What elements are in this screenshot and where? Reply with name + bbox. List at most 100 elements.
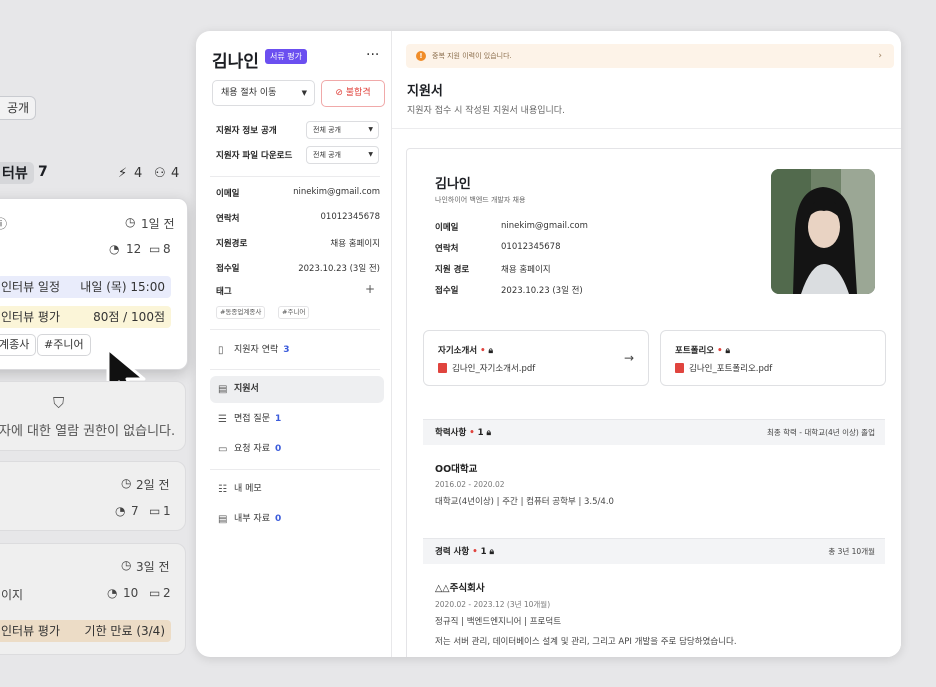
lock-icon: 🔒︎ bbox=[486, 428, 492, 438]
bolt-icon: ⚡ bbox=[118, 166, 128, 181]
applicant-name: 김나인 bbox=[435, 177, 471, 192]
tags-label: 태그 bbox=[216, 287, 232, 297]
school-detail: 대학교(4년이상) | 주간 | 컴퓨터 공학부 | 3.5/4.0 bbox=[435, 497, 614, 507]
company-period: 2020.02 - 2023.12 (3년 10개월) bbox=[435, 600, 551, 609]
locked-message: 자에 대한 열람 권한이 없습니다. bbox=[0, 424, 176, 439]
nav-contact[interactable]: ▯ 지원자 연락 3 bbox=[210, 337, 384, 364]
nav-my-memo[interactable]: ☷ 내 메모 bbox=[210, 476, 384, 503]
column-stat-a: 4 bbox=[134, 166, 143, 181]
visibility-chip[interactable]: 공개 bbox=[0, 96, 37, 120]
company-detail: 정규직 | 백엔드엔지니어 | 프로덕트 bbox=[435, 617, 562, 627]
application-document: 김나인 나인하이어 백엔드 개발자 채용 이메일 ninekim@gmail.co… bbox=[406, 148, 901, 657]
pdf-icon bbox=[438, 363, 447, 373]
comment-count: 7 bbox=[131, 504, 139, 518]
company-name: △△주식회사 bbox=[435, 583, 485, 594]
stage-badge: 서류 평가 bbox=[265, 49, 307, 64]
applied-date-field: 접수일 2023.10.23 (3일 전) bbox=[216, 264, 380, 274]
alert-circle-icon: ⓘ bbox=[0, 217, 8, 231]
chevron-right-icon: › bbox=[878, 51, 882, 61]
tag-chip[interactable]: 계종사 bbox=[0, 334, 37, 356]
nav-application[interactable]: ▤ 지원서 bbox=[210, 376, 384, 403]
tag-chip[interactable]: #동종업계종사 bbox=[216, 306, 266, 319]
comment-icon: ◔ bbox=[115, 504, 126, 518]
file-count: 2 bbox=[163, 586, 171, 600]
comment-icon: ◔ bbox=[107, 586, 118, 600]
file-download-select[interactable]: 전체 공개 ▼ bbox=[306, 146, 379, 164]
divider bbox=[392, 128, 901, 129]
duplicate-alert-banner[interactable]: ! 중복 지원 이력이 있습니다. › bbox=[406, 44, 894, 68]
tag-chip[interactable]: #주니어 bbox=[37, 334, 91, 356]
school-name: OO대학교 bbox=[435, 464, 478, 475]
file-download-label: 지원자 파일 다운로드 bbox=[216, 151, 293, 161]
info-visibility-select[interactable]: 전체 공개 ▼ bbox=[306, 121, 379, 139]
lock-icon: 🔒︎ bbox=[489, 547, 495, 557]
applicant-panel: 김나인 서류 평가 ··· 채용 절차 이동 ▼ ⊘ 불합격 지원자 정보 공개 … bbox=[196, 31, 901, 657]
clock-icon: ◷ bbox=[125, 215, 136, 229]
memo-icon: ☷ bbox=[218, 484, 227, 495]
stage-move-select[interactable]: 채용 절차 이동 ▼ bbox=[212, 80, 315, 106]
chevron-down-icon: ▼ bbox=[368, 126, 373, 133]
applicant-name: 김나인 bbox=[212, 52, 259, 72]
portfolio-file-card[interactable]: 포트폴리오 • 🔒︎ 김나인_포트폴리오.pdf bbox=[660, 330, 886, 386]
shield-icon: ⛉ bbox=[53, 394, 65, 412]
pdf-icon bbox=[675, 363, 684, 373]
reject-button[interactable]: ⊘ 불합격 bbox=[321, 80, 385, 107]
candidate-card[interactable]: ◷ 3일 전 이지 ◔ 10 ▭ 2 인터뷰 평가 기한 만료 (3/4) bbox=[0, 543, 186, 655]
warning-icon: ! bbox=[416, 51, 426, 61]
divider bbox=[210, 176, 380, 177]
clock-icon: ◷ bbox=[121, 476, 132, 490]
file-icon: ▭ bbox=[149, 504, 161, 518]
interview-schedule-row: 인터뷰 일정 내일 (목) 15:00 bbox=[0, 276, 171, 298]
column-title: 터뷰 bbox=[0, 162, 34, 184]
comment-icon: ◔ bbox=[109, 242, 120, 256]
lock-icon: 🔒︎ bbox=[725, 346, 731, 356]
section-subtitle: 지원자 접수 시 작성된 지원서 내용입니다. bbox=[407, 106, 565, 116]
applicant-sidebar: 김나인 서류 평가 ··· 채용 절차 이동 ▼ ⊘ 불합격 지원자 정보 공개 … bbox=[196, 31, 392, 657]
add-tag-button[interactable]: + bbox=[365, 282, 375, 296]
job-posting: 나인하이어 백엔드 개발자 채용 bbox=[435, 196, 526, 204]
ban-icon: ⊘ bbox=[335, 88, 343, 98]
file-count: 8 bbox=[163, 242, 171, 256]
education-header: 학력사항 • 1 🔒︎ 최종 학력 - 대학교(4년 이상) 졸업 bbox=[423, 419, 885, 445]
portrait-image bbox=[771, 169, 875, 294]
career-header: 경력 사항 • 1 🔒︎ 총 3년 10개월 bbox=[423, 538, 885, 564]
comment-count: 12 bbox=[126, 242, 142, 256]
nav-interview-questions[interactable]: ☰ 면접 질문 1 bbox=[210, 406, 384, 433]
clipboard-icon: ▤ bbox=[218, 384, 228, 395]
chevron-down-icon: ▼ bbox=[301, 89, 307, 97]
card-source: 이지 bbox=[1, 588, 24, 602]
card-time: 2일 전 bbox=[136, 478, 170, 492]
person-icon: ⚇ bbox=[154, 166, 166, 181]
locked-card: ⛉ 자에 대한 열람 권한이 없습니다. bbox=[0, 381, 186, 451]
nav-requested-materials[interactable]: ▭ 요청 자료 0 bbox=[210, 436, 384, 463]
card-time: 1일 전 bbox=[141, 217, 175, 231]
clock-icon: ◷ bbox=[121, 558, 132, 572]
info-visibility-label: 지원자 정보 공개 bbox=[216, 126, 277, 136]
chevron-down-icon: ▼ bbox=[368, 151, 373, 158]
column-stat-b: 4 bbox=[171, 166, 180, 181]
tag-chip[interactable]: #주니어 bbox=[278, 306, 310, 319]
column-count: 7 bbox=[38, 164, 48, 180]
divider bbox=[210, 369, 380, 370]
file-count: 1 bbox=[163, 504, 171, 518]
section-title: 지원서 bbox=[407, 84, 443, 99]
nav-internal-materials[interactable]: ▤ 내부 자료 0 bbox=[210, 506, 384, 533]
lock-icon: 🔒︎ bbox=[488, 346, 494, 356]
divider bbox=[210, 329, 380, 330]
phone-icon: ▯ bbox=[218, 345, 224, 356]
email-field: 이메일 ninekim@gmail.com bbox=[216, 187, 380, 199]
candidate-card[interactable]: ◷ 2일 전 ◔ 7 ▭ 1 bbox=[0, 461, 186, 531]
arrow-right-icon[interactable]: → bbox=[624, 351, 634, 365]
candidate-card[interactable]: ⓘ ◷ 1일 전 ◔ 12 ▭ 8 인터뷰 일정 내일 (목) 15:00 인터뷰… bbox=[0, 198, 188, 370]
interview-score-row: 인터뷰 평가 80점 / 100점 bbox=[0, 306, 171, 328]
applied-date-field: 접수일 2023.10.23 (3일 전) bbox=[435, 286, 583, 296]
phone-field: 연락처 01012345678 bbox=[435, 242, 561, 254]
folder-icon: ▭ bbox=[218, 444, 228, 455]
cover-letter-file-card[interactable]: 자기소개서 • 🔒︎ 김나인_자기소개서.pdf → bbox=[423, 330, 649, 386]
source-field: 지원 경로 채용 홈페이지 bbox=[435, 265, 551, 275]
file-icon: ▭ bbox=[149, 586, 161, 600]
document-icon: ▤ bbox=[218, 514, 228, 525]
more-icon[interactable]: ··· bbox=[366, 47, 379, 63]
file-icon: ▭ bbox=[149, 242, 161, 256]
email-field: 이메일 ninekim@gmail.com bbox=[435, 221, 588, 233]
